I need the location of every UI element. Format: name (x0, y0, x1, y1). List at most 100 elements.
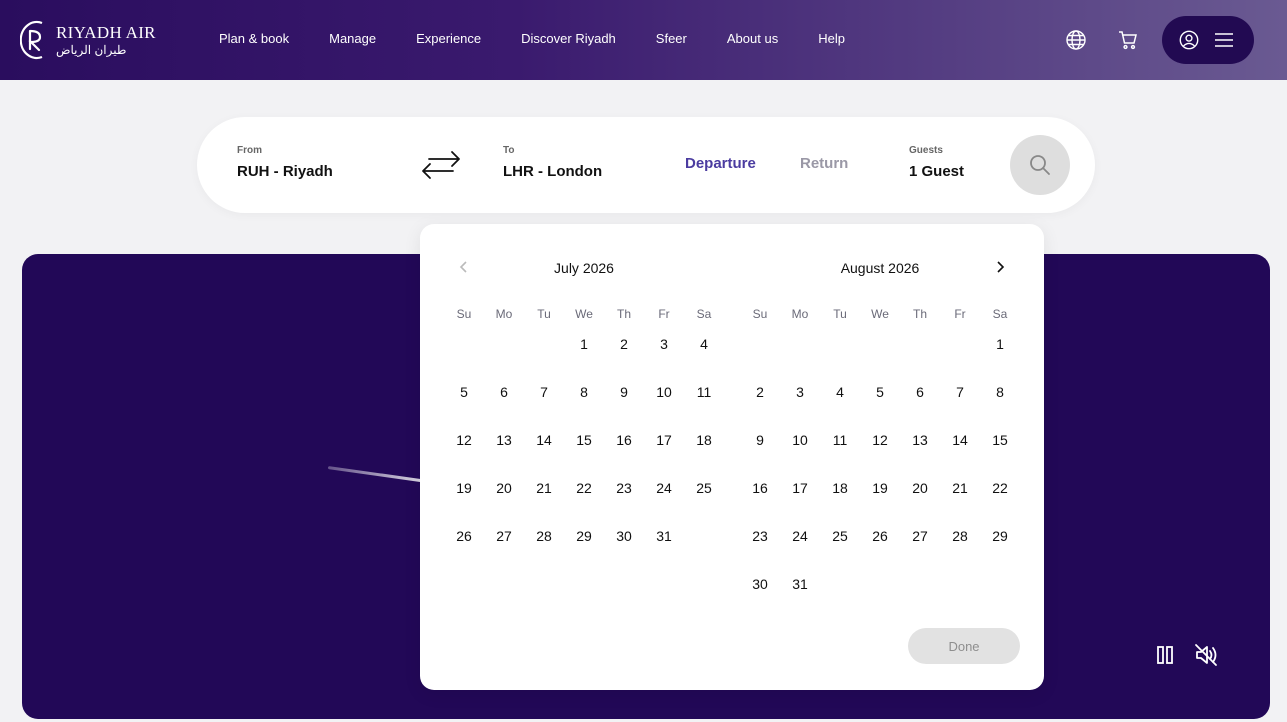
calendar-day[interactable]: 15 (980, 428, 1020, 476)
weekday-label: Sa (696, 307, 712, 321)
calendar-day[interactable]: 12 (444, 428, 484, 476)
calendar-day[interactable]: 20 (900, 476, 940, 524)
nav-experience[interactable]: Experience (416, 31, 481, 46)
calendar-day[interactable]: 22 (980, 476, 1020, 524)
calendar-day[interactable]: 13 (484, 428, 524, 476)
weekday-label: Mo (791, 307, 809, 321)
calendar-day[interactable]: 4 (820, 380, 860, 428)
cart-icon[interactable] (1116, 28, 1140, 52)
calendar-day[interactable]: 29 (564, 524, 604, 572)
tab-return[interactable]: Return (800, 155, 848, 172)
calendar-day[interactable]: 26 (444, 524, 484, 572)
nav-help[interactable]: Help (818, 31, 845, 46)
menu-icon (1215, 33, 1233, 47)
calendar-day[interactable]: 2 (604, 332, 644, 380)
calendar-day[interactable]: 17 (644, 428, 684, 476)
brand-name-ar: طيران الرياض (56, 42, 127, 57)
search-button[interactable] (1010, 135, 1070, 195)
calendar-day[interactable]: 17 (780, 476, 820, 524)
calendar-day[interactable]: 19 (860, 476, 900, 524)
calendar-day[interactable]: 20 (484, 476, 524, 524)
calendar-day[interactable]: 25 (820, 524, 860, 572)
nav-plan-book[interactable]: Plan & book (219, 31, 289, 46)
calendar-day[interactable]: 11 (820, 428, 860, 476)
empty-day-cell (484, 332, 524, 380)
empty-day-cell (860, 332, 900, 380)
done-button[interactable]: Done (908, 628, 1020, 664)
calendar-day[interactable]: 22 (564, 476, 604, 524)
empty-day-cell (820, 332, 860, 380)
calendar-day[interactable]: 11 (684, 380, 724, 428)
calendar-day[interactable]: 15 (564, 428, 604, 476)
calendar-day[interactable]: 24 (780, 524, 820, 572)
calendar-day[interactable]: 2 (740, 380, 780, 428)
brand-logo[interactable]: RIYADH AIR طيران الرياض (20, 16, 160, 64)
calendar-day[interactable]: 31 (780, 572, 820, 620)
chevron-right-icon[interactable] (992, 259, 1008, 275)
to-field[interactable]: To LHR - London (503, 145, 602, 180)
calendar-day[interactable]: 14 (524, 428, 564, 476)
calendar-day[interactable]: 3 (780, 380, 820, 428)
calendar-day[interactable]: 6 (900, 380, 940, 428)
tab-departure[interactable]: Departure (685, 155, 756, 172)
search-icon (1030, 155, 1050, 175)
calendar-day[interactable]: 9 (604, 380, 644, 428)
nav-sfeer[interactable]: Sfeer (656, 31, 687, 46)
calendar-day[interactable]: 18 (820, 476, 860, 524)
from-field[interactable]: From RUH - Riyadh (237, 145, 333, 180)
calendar-day[interactable]: 23 (740, 524, 780, 572)
calendar-day[interactable]: 10 (644, 380, 684, 428)
mute-icon[interactable] (1193, 642, 1219, 668)
globe-icon[interactable] (1064, 28, 1088, 52)
calendar-day[interactable]: 31 (644, 524, 684, 572)
account-menu-button[interactable] (1162, 16, 1254, 64)
calendar-day[interactable]: 16 (740, 476, 780, 524)
calendar-day[interactable]: 4 (684, 332, 724, 380)
main-nav: Plan & book Manage Experience Discover R… (219, 31, 845, 46)
calendar-day[interactable]: 12 (860, 428, 900, 476)
calendar-day[interactable]: 9 (740, 428, 780, 476)
calendar-day[interactable]: 30 (604, 524, 644, 572)
calendar-day[interactable]: 13 (900, 428, 940, 476)
calendar-day[interactable]: 7 (524, 380, 564, 428)
days-grid: 1 2 3 4 5 6 7 8 9 10 11 12 13 14 15 16 17 18 19 20 21 22 23 24 2… (444, 332, 724, 572)
calendar-day[interactable]: 8 (564, 380, 604, 428)
calendar-day[interactable]: 5 (444, 380, 484, 428)
swap-icon[interactable] (419, 148, 463, 182)
calendar-day[interactable]: 30 (740, 572, 780, 620)
calendar-day[interactable]: 8 (980, 380, 1020, 428)
calendar-day[interactable]: 21 (524, 476, 564, 524)
calendar-day[interactable]: 26 (860, 524, 900, 572)
nav-discover-riyadh[interactable]: Discover Riyadh (521, 31, 616, 46)
days-grid: 1 2 3 4 5 6 7 8 9 10 11 12 13 14 15 16 17 18 19 20 21 22 23 24 2… (740, 332, 1020, 620)
calendar-day[interactable]: 23 (604, 476, 644, 524)
calendar-day[interactable]: 3 (644, 332, 684, 380)
pause-icon[interactable] (1152, 642, 1178, 668)
calendar-day[interactable]: 27 (484, 524, 524, 572)
calendar-day[interactable]: 16 (604, 428, 644, 476)
calendar-day[interactable]: 5 (860, 380, 900, 428)
calendar-day[interactable]: 18 (684, 428, 724, 476)
calendar-day[interactable]: 10 (780, 428, 820, 476)
calendar-day[interactable]: 29 (980, 524, 1020, 572)
calendar-day[interactable]: 24 (644, 476, 684, 524)
guests-field[interactable]: Guests 1 Guest (909, 145, 964, 180)
calendar-day[interactable]: 1 (980, 332, 1020, 380)
nav-about-us[interactable]: About us (727, 31, 778, 46)
airplane-contrail (327, 466, 428, 483)
calendar-day[interactable]: 7 (940, 380, 980, 428)
guests-label: Guests (909, 145, 943, 156)
weekday-label: Mo (495, 307, 513, 321)
weekday-label: Th (912, 307, 927, 321)
calendar-day[interactable]: 25 (684, 476, 724, 524)
calendar-day[interactable]: 1 (564, 332, 604, 380)
calendar-day[interactable]: 21 (940, 476, 980, 524)
calendar-day[interactable]: 19 (444, 476, 484, 524)
calendar-day[interactable]: 28 (940, 524, 980, 572)
month-title: August 2026 (840, 260, 920, 276)
calendar-day[interactable]: 27 (900, 524, 940, 572)
calendar-day[interactable]: 28 (524, 524, 564, 572)
calendar-day[interactable]: 6 (484, 380, 524, 428)
nav-manage[interactable]: Manage (329, 31, 376, 46)
calendar-day[interactable]: 14 (940, 428, 980, 476)
